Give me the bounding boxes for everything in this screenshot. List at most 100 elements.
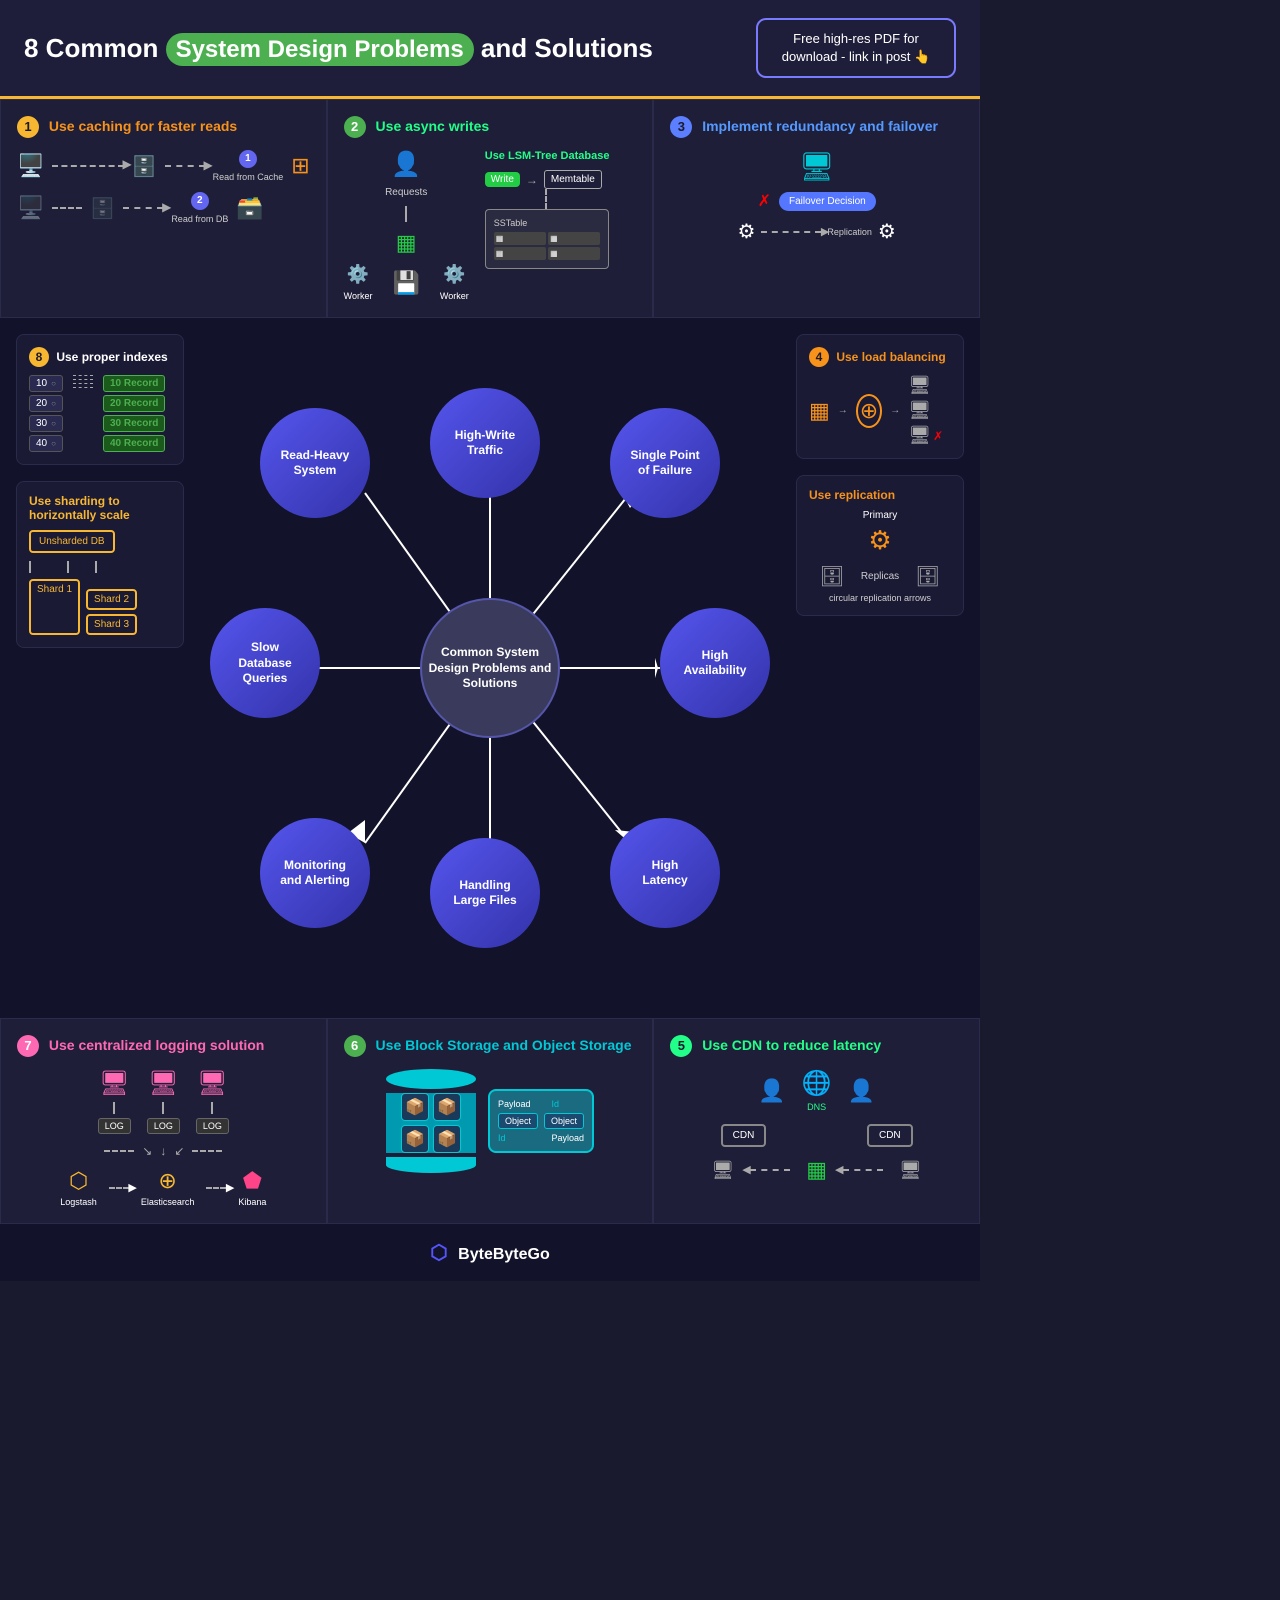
kibana-label: Kibana <box>238 1197 266 1207</box>
sol8-num: 8 <box>29 347 49 367</box>
hand-icon: 👆 <box>914 49 930 64</box>
hub-section: 8 Use proper indexes 10○ 20○ 30○ 40○ 10 <box>0 318 980 1018</box>
lb-balancer-icon: ⊕ <box>856 394 882 428</box>
index-diagram: 10○ 20○ 30○ 40○ 10 Record 20 Record 30 R… <box>29 375 171 452</box>
panel3-title: 3 Implement redundancy and failover <box>670 116 963 138</box>
panel7-num: 7 <box>17 1035 39 1057</box>
elk-row: ⬡ Logstash ▶ ⊕ Elasticsearch ▶ ⬟ Kibana <box>60 1168 266 1207</box>
page-title: 8 Common System Design Problems and Solu… <box>24 33 653 64</box>
node-slow-db: SlowDatabaseQueries <box>210 608 320 718</box>
block2: 📦 <box>433 1093 461 1121</box>
queue-icon: ▦ <box>396 230 417 256</box>
cache-stack-icon: ⊞ <box>291 153 309 179</box>
async-diagram: 👤 Requests ▦ ⚙️ Worker 💾 ⚙️ Worker <box>344 150 469 301</box>
cdn-server3-icon: 🖥 <box>899 1160 922 1181</box>
node-high-availability: HighAvailability <box>660 608 770 718</box>
elasticsearch-icon: ⊕ <box>158 1168 176 1194</box>
title-pre: 8 Common <box>24 33 158 63</box>
block3: 📦 <box>401 1125 429 1153</box>
node-high-latency: HighLatency <box>610 818 720 928</box>
sol8-title: 8 Use proper indexes <box>29 347 171 367</box>
elasticsearch-label: Elasticsearch <box>141 1197 195 1207</box>
logstash-label: Logstash <box>60 1197 97 1207</box>
id2: Id <box>498 1133 548 1143</box>
payload1: Payload <box>498 1099 548 1109</box>
panel3-num: 3 <box>670 116 692 138</box>
cdn-diagram: 👤 🌐 DNS 👤 CDN CDN 🖥 <box>670 1069 963 1183</box>
lb-diagram: ▦ → ⊕ → 🖥 🖥 🖥 ✗ <box>809 375 951 446</box>
logstash-icon: ⬡ <box>69 1168 88 1194</box>
bottom-panels: 7 Use centralized logging solution 🖥 LOG… <box>0 1018 980 1224</box>
header: 8 Common System Design Problems and Solu… <box>0 0 980 99</box>
right-solutions: 4 Use load balancing ▦ → ⊕ → 🖥 🖥 🖥 ✗ <box>780 318 980 1018</box>
panel-storage: 6 Use Block Storage and Object Storage 📦… <box>327 1018 654 1224</box>
node-single-point: Single Pointof Failure <box>610 408 720 518</box>
center-hub: Read-HeavySystem High-WriteTraffic Singl… <box>200 318 780 1018</box>
srv1-icon: 🖥 <box>99 1069 129 1098</box>
rep-diagram: Primary ⚙ 🗄 Replicas 🗄 circular replicat… <box>809 510 951 603</box>
user-cdn2-icon: 👤 <box>848 1078 875 1104</box>
sol-replication: Use replication Primary ⚙ 🗄 Replicas 🗄 c… <box>796 475 964 616</box>
block1: 📦 <box>401 1093 429 1121</box>
shards: Shard 1 Shard 2 Shard 3 <box>29 579 171 635</box>
title-post: and Solutions <box>481 33 653 63</box>
lb-server2-icon: 🖥 <box>908 400 943 421</box>
obj1: Object <box>498 1113 538 1129</box>
replicas-label: Replicas <box>861 571 899 582</box>
lsm-diagram: Use LSM-Tree Database Write → Memtable S… <box>485 150 610 301</box>
sol-lb: 4 Use load balancing ▦ → ⊕ → 🖥 🖥 🖥 ✗ <box>796 334 964 459</box>
panel-logging: 7 Use centralized logging solution 🖥 LOG… <box>0 1018 327 1224</box>
sol4-title: 4 Use load balancing <box>809 347 951 367</box>
top-panels: 1 Use caching for faster reads 🖥️ 🗄️ ▶ 1… <box>0 99 980 318</box>
node-large-files: HandlingLarge Files <box>430 838 540 948</box>
panel5-title: 5 Use CDN to reduce latency <box>670 1035 963 1057</box>
orbit-container: Read-HeavySystem High-WriteTraffic Singl… <box>200 368 780 968</box>
dns-label: DNS <box>807 1102 826 1112</box>
storage-diagram: 📦 📦 📦 📦 Payload Id Object Object <box>344 1069 637 1173</box>
replication-label: Replication <box>827 227 872 237</box>
obj2: Object <box>544 1113 584 1129</box>
lsm-title: Use LSM-Tree Database <box>485 150 610 162</box>
redundancy-diagram: 🖥 ✗ Failover Decision ⚙ ▶ Replication ⚙ <box>670 150 963 244</box>
failover-label: Failover Decision <box>779 192 876 211</box>
node-monitoring: Monitoringand Alerting <box>260 818 370 928</box>
worker1-label: Worker <box>344 291 373 301</box>
payload2: Payload <box>551 1133 584 1143</box>
replica1-icon: 🗄 <box>819 564 844 589</box>
dns-icon: 🌐 <box>802 1069 832 1098</box>
panel2-num: 2 <box>344 116 366 138</box>
footer: ⬡ ByteByteGo <box>0 1224 980 1281</box>
brand-name: ByteByteGo <box>458 1246 550 1263</box>
sstable-label: SSTable <box>494 218 601 228</box>
cdn-server1-icon: 🖥 <box>711 1160 734 1181</box>
server-icon2: 🖥️ <box>17 195 44 221</box>
srv3-icon: 🖥 <box>197 1069 227 1098</box>
lb-server3-icon: 🖥 <box>908 425 931 446</box>
server-gear2-icon: ⚙ <box>878 219 896 244</box>
rep-title: Use replication <box>809 488 951 502</box>
log-diagram: 🖥 LOG 🖥 LOG 🖥 LOG ↘ ↓ <box>17 1069 310 1207</box>
user-icon: 👤 <box>391 150 421 179</box>
shard1: Shard 1 <box>29 579 80 635</box>
cta-box[interactable]: Free high-res PDF for download - link in… <box>756 18 956 78</box>
sol4-num: 4 <box>809 347 829 367</box>
cache-diagram: 🖥️ 🗄️ ▶ 1 Read from Cache ⊞ 🖥️ 🗄️ ▶ <box>17 150 310 224</box>
requests-label: Requests <box>385 187 427 198</box>
cdn-server2-icon: ▦ <box>806 1157 827 1183</box>
db-icon3: 💾 <box>393 270 420 296</box>
title-highlight: System Design Problems <box>166 33 474 66</box>
sol-indexes: 8 Use proper indexes 10○ 20○ 30○ 40○ 10 <box>16 334 184 465</box>
shard2: Shard 2 <box>86 589 137 610</box>
servers-row: 🖥 LOG 🖥 LOG 🖥 LOG <box>98 1069 229 1134</box>
panel6-num: 6 <box>344 1035 366 1057</box>
lb-source-icon: ▦ <box>809 398 830 424</box>
panel-cdn: 5 Use CDN to reduce latency 👤 🌐 DNS 👤 CD… <box>653 1018 980 1224</box>
primary-db-icon: ⚙ <box>868 525 891 555</box>
server-gear1-icon: ⚙ <box>737 219 755 244</box>
worker2-icon: ⚙️ <box>443 264 465 285</box>
logo-icon: ⬡ <box>430 1242 447 1264</box>
panel7-title: 7 Use centralized logging solution <box>17 1035 310 1057</box>
primary-label: Primary <box>809 510 951 521</box>
id1: Id <box>551 1099 584 1109</box>
panel-redundancy: 3 Implement redundancy and failover 🖥 ✗ … <box>653 99 980 318</box>
